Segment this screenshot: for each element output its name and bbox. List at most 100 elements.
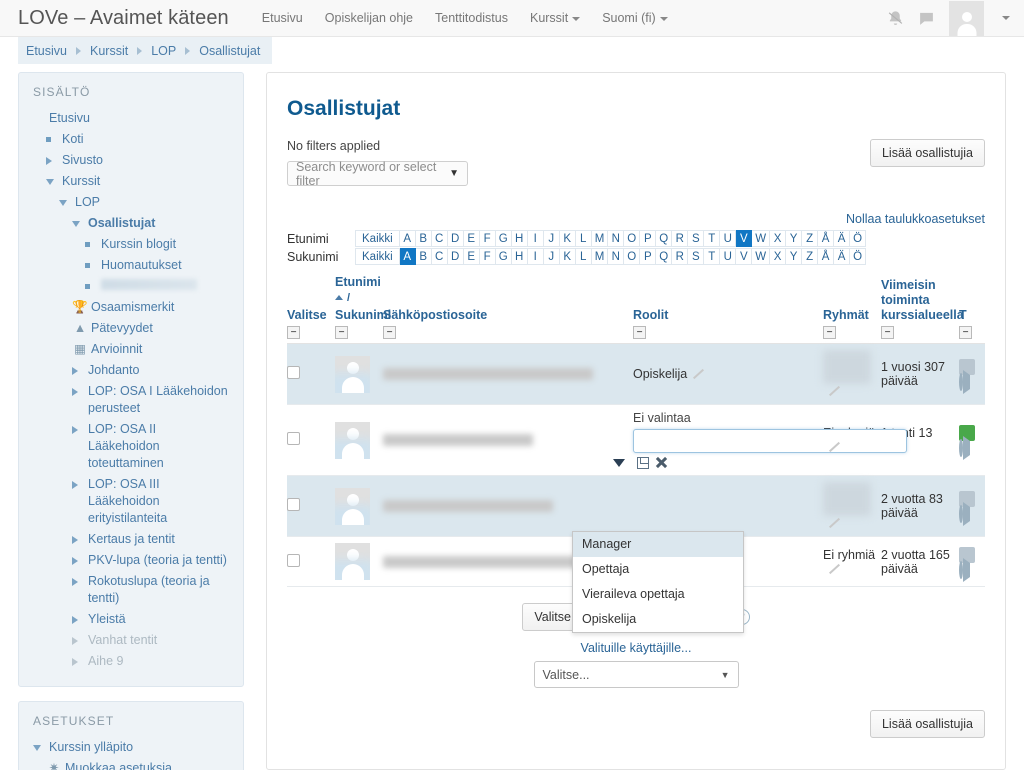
alpha-cell-firstname-U[interactable]: U (720, 230, 737, 247)
cancel-icon[interactable] (655, 456, 668, 469)
sidebar-item-kurssit[interactable]: Kurssit (33, 171, 229, 192)
alpha-cell-lastname-D[interactable]: D (447, 248, 464, 265)
edit-pencil-icon[interactable] (828, 442, 839, 453)
collapse-column-button[interactable]: − (287, 326, 300, 339)
sidebar-item-huomautukset[interactable]: Huomautukset (33, 255, 229, 276)
sidebar-item-rokotuslupa-teoria-ja-tentti[interactable]: Rokotuslupa (teoria ja tentti) (33, 571, 229, 609)
alpha-cell-lastname-X[interactable]: X (770, 248, 787, 265)
nav-item-language[interactable]: Suomi (fi) (591, 11, 678, 25)
alpha-cell-firstname-C[interactable]: C (431, 230, 448, 247)
avatar[interactable] (949, 0, 984, 36)
nav-item-kurssit[interactable]: Kurssit (519, 11, 591, 25)
alpha-cell-lastname-I[interactable]: I (527, 248, 544, 265)
breadcrumb-item-2[interactable]: LOP (151, 44, 176, 58)
alpha-cell-lastname-B[interactable]: B (415, 248, 432, 265)
expand-arrow-icon[interactable] (72, 653, 86, 670)
alpha-cell-lastname-Ö[interactable]: Ö (850, 248, 867, 265)
collapse-arrow-icon[interactable] (59, 194, 73, 211)
alpha-cell-lastname-W[interactable]: W (752, 248, 771, 265)
alpha-cell-firstname-D[interactable]: D (447, 230, 464, 247)
alpha-cell-lastname-P[interactable]: P (640, 248, 657, 265)
messages-icon[interactable] (918, 10, 935, 27)
bulk-action-select[interactable]: Valitse... ▼ (533, 661, 739, 688)
alpha-cell-firstname-F[interactable]: F (479, 230, 496, 247)
expand-arrow-icon[interactable] (72, 383, 86, 400)
collapse-column-button[interactable]: − (823, 326, 836, 339)
search-filter-input[interactable]: Search keyword or select filter ▼ (287, 160, 468, 188)
alpha-cell-lastname-M[interactable]: M (591, 248, 609, 265)
alpha-cell-firstname-H[interactable]: H (511, 230, 528, 247)
reset-table-preferences-link[interactable]: Nollaa taulukkoasetukset (287, 212, 985, 226)
sidebar-item-muokkaa-asetuksia[interactable]: ✷ Muokkaa asetuksia (33, 758, 229, 770)
expand-arrow-icon[interactable] (72, 531, 86, 548)
alpha-cell-lastname-J[interactable]: J (543, 248, 560, 265)
alpha-cell-lastname-A[interactable]: A (399, 248, 416, 265)
alpha-cell-lastname-Ä[interactable]: Ä (834, 248, 851, 265)
nav-item-opiskelijan-ohje[interactable]: Opiskelijan ohje (314, 11, 424, 25)
alpha-cell-firstname-V[interactable]: V (736, 230, 753, 247)
alpha-cell-firstname-K[interactable]: K (559, 230, 576, 247)
alpha-cell-firstname-Q[interactable]: Q (656, 230, 673, 247)
sidebar-item-sivusto[interactable]: Sivusto (33, 150, 229, 171)
sidebar-item-kurssin-blogit[interactable]: Kurssin blogit (33, 234, 229, 255)
role-option-manager[interactable]: Manager (573, 532, 743, 557)
notification-bell-icon[interactable] (887, 10, 904, 27)
alpha-cell-firstname-E[interactable]: E (463, 230, 480, 247)
sidebar-item-kurssin-ylläpito[interactable]: Kurssin ylläpito (33, 737, 229, 758)
dropdown-toggle-icon[interactable] (613, 458, 625, 467)
sidebar-item-osallistujat[interactable]: Osallistujat (33, 213, 229, 234)
alpha-cell-lastname-F[interactable]: F (479, 248, 496, 265)
sidebar-item-item[interactable] (33, 276, 229, 297)
alpha-cell-firstname-N[interactable]: N (608, 230, 625, 247)
sidebar-item-johdanto[interactable]: Johdanto (33, 360, 229, 381)
sidebar-item-vanhat-tentit[interactable]: Vanhat tentit (33, 630, 229, 651)
role-search-input[interactable] (633, 429, 907, 453)
alpha-cell-firstname-Z[interactable]: Z (802, 230, 819, 247)
alpha-cell-lastname-E[interactable]: E (463, 248, 480, 265)
alpha-cell-firstname-Ä[interactable]: Ä (834, 230, 851, 247)
sidebar-item-yleistä[interactable]: Yleistä (33, 609, 229, 630)
sidebar-item-etusivu[interactable]: Etusivu (33, 108, 229, 129)
chevron-right-icon[interactable] (963, 502, 970, 526)
collapse-column-button[interactable]: − (383, 326, 396, 339)
alpha-cell-firstname-R[interactable]: R (672, 230, 689, 247)
alpha-cell-lastname-H[interactable]: H (511, 248, 528, 265)
sidebar-item-lop-osa-i-lääkehoidon-perusteet[interactable]: LOP: OSA I Lääkehoidon perusteet (33, 381, 229, 419)
edit-pencil-icon[interactable] (692, 369, 703, 380)
expand-arrow-icon[interactable] (72, 573, 86, 590)
alpha-cell-firstname-Å[interactable]: Å (818, 230, 835, 247)
alpha-cell-firstname-A[interactable]: A (399, 230, 416, 247)
col-firstname-link[interactable]: Etunimi (335, 275, 381, 289)
alpha-cell-lastname-Y[interactable]: Y (786, 248, 803, 265)
alpha-cell-lastname-Å[interactable]: Å (818, 248, 835, 265)
role-option-vieraileva-opettaja[interactable]: Vieraileva opettaja (573, 582, 743, 607)
breadcrumb-item-0[interactable]: Etusivu (26, 44, 67, 58)
row-checkbox[interactable] (287, 432, 300, 445)
role-option-opettaja[interactable]: Opettaja (573, 557, 743, 582)
sidebar-item-lop[interactable]: LOP (33, 192, 229, 213)
expand-arrow-icon[interactable] (72, 421, 86, 438)
chevron-right-icon[interactable] (963, 436, 970, 460)
alpha-cell-firstname-P[interactable]: P (640, 230, 657, 247)
sidebar-item-lop-osa-ii-lääkehoidon-toteuttaminen[interactable]: LOP: OSA II Lääkehoidon toteuttaminen (33, 419, 229, 474)
collapse-column-button[interactable]: − (633, 326, 646, 339)
edit-pencil-icon[interactable] (828, 518, 839, 529)
edit-pencil-icon[interactable] (828, 564, 839, 575)
row-checkbox[interactable] (287, 498, 300, 511)
role-option-opiskelija[interactable]: Opiskelija (573, 607, 743, 632)
alpha-cell-lastname-Q[interactable]: Q (656, 248, 673, 265)
row-checkbox[interactable] (287, 366, 300, 379)
nav-item-tenttitodistus[interactable]: Tenttitodistus (424, 11, 519, 25)
alpha-cell-firstname-L[interactable]: L (575, 230, 592, 247)
expand-arrow-icon[interactable] (72, 362, 86, 379)
alpha-cell-firstname-S[interactable]: S (688, 230, 705, 247)
sidebar-item-koti[interactable]: Koti (33, 129, 229, 150)
alpha-cell-lastname-S[interactable]: S (688, 248, 705, 265)
nav-item-etusivu[interactable]: Etusivu (251, 11, 314, 25)
chevron-right-icon[interactable] (963, 557, 970, 582)
expand-arrow-icon[interactable] (72, 552, 86, 569)
expand-arrow-icon[interactable] (72, 476, 86, 493)
collapse-column-button[interactable]: − (881, 326, 894, 339)
alpha-cell-firstname-I[interactable]: I (527, 230, 544, 247)
sidebar-item-lop-osa-iii-lääkehoidon-erityistilanteita[interactable]: LOP: OSA III Lääkehoidon erityistilantei… (33, 474, 229, 529)
